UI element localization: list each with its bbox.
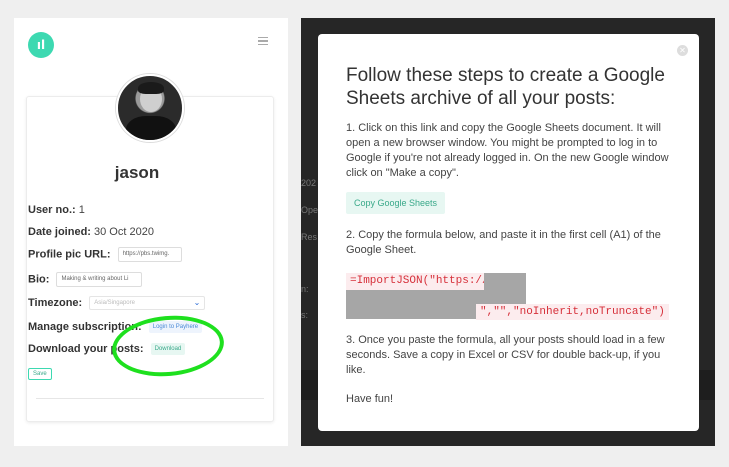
- bg-fragment: Res: [301, 232, 318, 242]
- user-no-label: User no.:: [28, 204, 76, 216]
- user-no-value: 1: [78, 204, 85, 216]
- timezone-label: Timezone:: [28, 296, 83, 309]
- closing-text: Have fun!: [346, 393, 394, 405]
- bg-fragment: 202: [301, 178, 317, 188]
- step-1-text: 1. Click on this link and copy the Googl…: [346, 122, 669, 179]
- date-joined-label: Date joined:: [28, 226, 91, 238]
- bg-fragment: s:: [301, 310, 309, 320]
- save-button[interactable]: Save: [28, 368, 52, 380]
- timezone-value: Asia/Singapore: [94, 300, 135, 306]
- bio-row: Bio: Making & writing about Li: [28, 272, 143, 287]
- card-divider: [36, 398, 264, 399]
- user-no-row: User no.: 1: [28, 204, 85, 216]
- profile-pic-row: Profile pic URL: https://pbs.twimg.: [28, 247, 182, 262]
- profile-pic-input[interactable]: https://pbs.twimg.: [117, 247, 182, 262]
- modal-title: Follow these steps to create a Google Sh…: [346, 65, 665, 109]
- chevron-down-icon: ⌄: [193, 298, 201, 307]
- formula-start: =ImportJSON("https://: [346, 273, 493, 290]
- bg-fragment: Ope: [301, 205, 319, 215]
- redaction: [484, 273, 526, 290]
- timezone-select[interactable]: Asia/Singapore ⌄: [89, 296, 206, 310]
- formula-end: ","","noInherit,noTruncate"): [476, 304, 669, 320]
- redaction: [346, 290, 526, 304]
- bg-fragment: n:: [301, 284, 309, 294]
- bio-input[interactable]: Making & writing about Li: [56, 272, 143, 287]
- avatar: [116, 74, 184, 142]
- copy-google-sheets-button[interactable]: Copy Google Sheets: [346, 192, 446, 214]
- archive-modal: ✕ Follow these steps to create a Google …: [318, 34, 699, 431]
- bio-label: Bio:: [28, 273, 50, 286]
- avatar-body: [126, 116, 176, 140]
- close-icon[interactable]: ✕: [677, 45, 688, 56]
- step-3-text: 3. Once you paste the formula, all your …: [346, 334, 665, 376]
- hamburger-menu-icon[interactable]: [258, 37, 268, 45]
- date-joined-value: 30 Oct 2020: [94, 226, 154, 238]
- avatar-hair: [138, 82, 164, 94]
- step-2-text: 2. Copy the formula below, and paste it …: [346, 229, 661, 256]
- timezone-row: Timezone: Asia/Singapore ⌄: [28, 296, 206, 310]
- profile-pic-label: Profile pic URL:: [28, 248, 111, 261]
- app-logo[interactable]: ıl: [28, 32, 54, 58]
- formula-code-block[interactable]: =ImportJSON("https:// ","","noInherit,no…: [346, 273, 673, 320]
- date-joined-row: Date joined: 30 Oct 2020: [28, 226, 154, 238]
- redaction: [346, 304, 476, 319]
- username: jason: [114, 163, 160, 182]
